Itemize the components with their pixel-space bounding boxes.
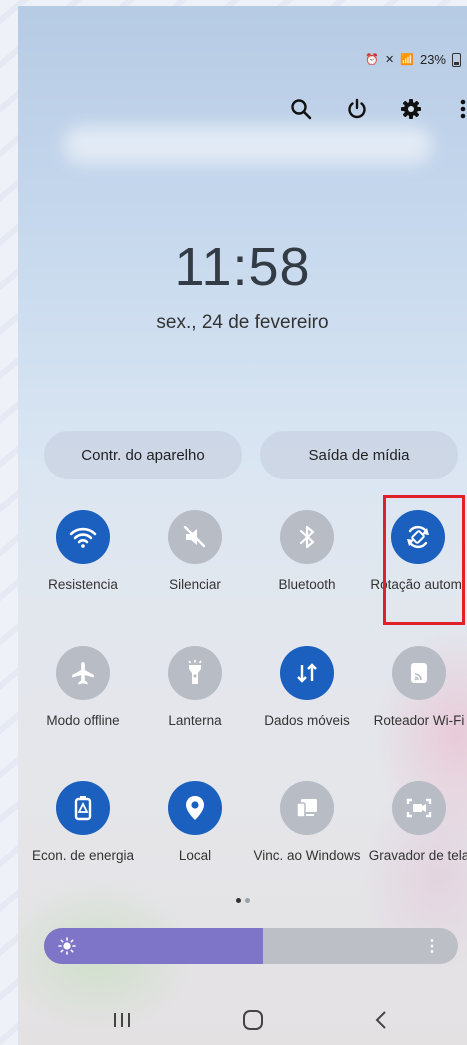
screen-recorder-icon <box>392 781 446 835</box>
mobile-data-icon <box>280 646 334 700</box>
power-icon[interactable] <box>341 92 373 126</box>
page-dot-active <box>235 898 241 903</box>
back-icon[interactable] <box>361 1005 401 1035</box>
tile-link-to-windows[interactable]: Vinc. ao Windows <box>252 781 362 864</box>
top-action-row <box>247 92 467 126</box>
tile-label: Dados móveis <box>264 713 350 728</box>
more-icon[interactable] <box>447 92 467 126</box>
brightness-sun-icon <box>58 937 76 960</box>
tile-label: Bluetooth <box>278 577 336 592</box>
quick-panel: ⏰ ✕ 📶 23% 11:58 sex., 24 de fevereiro Co… <box>18 6 467 1045</box>
tile-label: Modo offline <box>46 713 120 728</box>
tile-mobile-data[interactable]: Dados móveis <box>252 646 362 729</box>
brightness-slider[interactable]: ⋮ <box>44 928 458 964</box>
home-icon[interactable] <box>233 1005 273 1035</box>
settings-icon[interactable] <box>395 92 427 126</box>
media-output-button[interactable]: Saída de mídia <box>260 431 458 479</box>
blurred-notification-bar <box>63 126 433 164</box>
tile-label: Roteador Wi-Fi <box>373 713 465 728</box>
tile-label: Gravador de tela <box>368 848 467 863</box>
device-control-button[interactable]: Contr. do aparelho <box>44 431 242 479</box>
wifi-signal-icon: 📶 <box>400 54 414 66</box>
tile-hotspot[interactable]: Roteador Wi-Fi <box>364 646 467 729</box>
tile-mute[interactable]: Silenciar <box>140 510 250 593</box>
mute-speaker-icon <box>168 510 222 564</box>
battery-saver-icon <box>56 781 110 835</box>
media-output-label: Saída de mídia <box>308 446 410 464</box>
mute-icon: ✕ <box>385 54 395 66</box>
link-to-windows-icon <box>280 781 334 835</box>
clock-time: 11:58 <box>174 237 311 297</box>
tile-label: Resistencia <box>48 577 118 592</box>
brightness-more-icon[interactable]: ⋮ <box>424 936 440 956</box>
recent-apps-icon[interactable] <box>102 1005 142 1035</box>
airplane-icon <box>56 646 110 700</box>
tile-flashlight[interactable]: Lanterna <box>140 646 250 729</box>
tile-power-saving[interactable]: Econ. de energia <box>28 781 138 864</box>
wifi-icon <box>56 510 110 564</box>
location-icon <box>168 781 222 835</box>
page-indicator <box>18 890 467 908</box>
page-dot <box>244 898 250 903</box>
clock-date: sex., 24 de fevereiro <box>156 312 329 333</box>
tile-label: Silenciar <box>169 577 221 592</box>
alarm-icon: ⏰ <box>365 54 380 66</box>
tile-screen-recorder[interactable]: Gravador de tela <box>364 781 467 864</box>
tile-airplane[interactable]: Modo offline <box>28 646 138 729</box>
flashlight-icon <box>168 646 222 700</box>
highlight-box <box>383 495 465 625</box>
tile-label: Local <box>178 848 212 863</box>
tile-wifi[interactable]: Resistencia <box>28 510 138 593</box>
navigation-bar <box>18 991 467 1045</box>
hotspot-icon <box>392 646 446 700</box>
battery-percent: 23% <box>419 52 446 67</box>
tile-label: Econ. de energia <box>31 848 135 863</box>
tile-bluetooth[interactable]: Bluetooth <box>252 510 362 593</box>
tile-label: Lanterna <box>168 713 222 728</box>
device-control-label: Contr. do aparelho <box>81 446 205 464</box>
bluetooth-icon <box>280 510 334 564</box>
brightness-fill <box>44 928 264 964</box>
battery-icon <box>452 52 461 67</box>
status-bar: ⏰ ✕ 📶 23% <box>365 52 461 67</box>
tile-label: Vinc. ao Windows <box>253 848 361 863</box>
tile-location[interactable]: Local <box>140 781 250 864</box>
search-icon[interactable] <box>285 92 317 126</box>
